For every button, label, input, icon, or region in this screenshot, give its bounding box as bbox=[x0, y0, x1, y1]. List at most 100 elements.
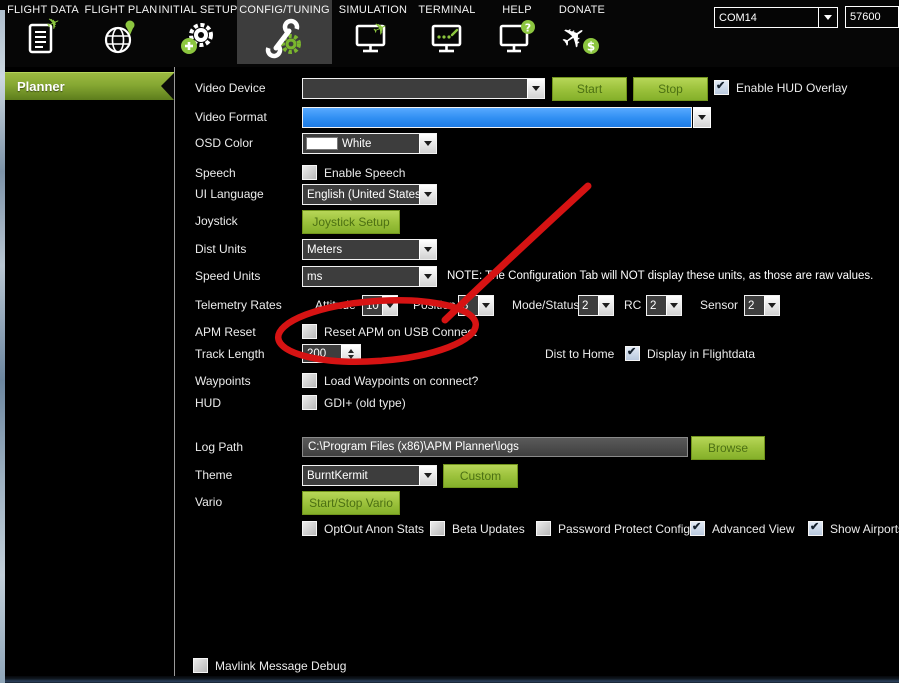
tab-flight-data[interactable]: FLIGHT DATA ✈ bbox=[4, 0, 82, 64]
svg-text:?: ? bbox=[525, 22, 531, 35]
osd-color-select[interactable]: White bbox=[302, 133, 437, 154]
com-port-select[interactable]: COM14 bbox=[714, 7, 838, 28]
flight-data-icon: ✈ bbox=[21, 17, 65, 59]
log-path-field[interactable]: C:\Program Files (x86)\APM Planner\logs bbox=[302, 437, 688, 457]
osd-color-label: OSD Color bbox=[195, 136, 253, 150]
attitude-label: Attitude bbox=[315, 298, 356, 312]
units-note: NOTE: The Configuration Tab will NOT dis… bbox=[447, 270, 873, 282]
rc-label: RC bbox=[624, 298, 641, 312]
config-tuning-icon bbox=[263, 17, 307, 59]
vario-label: Vario bbox=[195, 495, 222, 509]
telemetry-rates-label: Telemetry Rates bbox=[195, 298, 282, 312]
main-toolbar: FLIGHT DATA ✈ FLIGHT PLAN INITI bbox=[0, 0, 899, 67]
video-format-select[interactable] bbox=[302, 107, 692, 128]
dropdown-arrow-icon[interactable] bbox=[382, 296, 397, 315]
log-path-label: Log Path bbox=[195, 440, 243, 454]
dropdown-arrow-icon[interactable] bbox=[666, 296, 681, 315]
track-length-label: Track Length bbox=[195, 347, 265, 361]
video-format-label: Video Format bbox=[195, 110, 267, 124]
hud-label: HUD bbox=[195, 396, 221, 410]
gdi-old-type-checkbox[interactable]: GDI+ (old type) bbox=[302, 395, 406, 410]
svg-text:$: $ bbox=[587, 40, 595, 54]
mode-status-rate-select[interactable]: 2 bbox=[578, 295, 614, 316]
video-device-select[interactable] bbox=[302, 78, 545, 99]
apm-reset-label: APM Reset bbox=[195, 325, 256, 339]
position-rate-select[interactable]: 3 bbox=[458, 295, 494, 316]
dropdown-arrow-icon[interactable] bbox=[478, 296, 493, 315]
dist-to-home-label: Dist to Home bbox=[545, 347, 614, 361]
theme-select[interactable]: BurntKermit bbox=[302, 465, 437, 486]
custom-theme-button[interactable]: Custom bbox=[443, 464, 518, 488]
dropdown-arrow-icon[interactable] bbox=[527, 79, 544, 98]
waypoints-label: Waypoints bbox=[195, 374, 251, 388]
tab-simulation[interactable]: SIMULATION ✈ bbox=[337, 0, 409, 64]
dropdown-arrow-icon[interactable] bbox=[419, 240, 436, 259]
dropdown-arrow-icon[interactable] bbox=[419, 134, 436, 153]
dropdown-arrow-icon[interactable] bbox=[764, 296, 779, 315]
position-label: Position bbox=[413, 298, 456, 312]
track-length-stepper[interactable]: 200 bbox=[302, 344, 361, 363]
speech-label: Speech bbox=[195, 166, 236, 180]
load-waypoints-checkbox[interactable]: Load Waypoints on connect? bbox=[302, 373, 478, 388]
mode-status-label: Mode/Status bbox=[512, 298, 579, 312]
apm-planner-window: FLIGHT DATA ✈ FLIGHT PLAN INITI bbox=[0, 0, 899, 683]
speed-units-select[interactable]: ms bbox=[302, 266, 437, 287]
com-port-dropdown-arrow[interactable] bbox=[818, 8, 837, 27]
display-in-flightdata-checkbox[interactable]: Display in Flightdata bbox=[625, 346, 755, 361]
ui-language-label: UI Language bbox=[195, 187, 264, 201]
flight-plan-icon bbox=[99, 17, 143, 59]
sidebar: Planner bbox=[5, 67, 174, 676]
theme-label: Theme bbox=[195, 468, 232, 482]
advanced-view-checkbox[interactable]: Advanced View bbox=[690, 521, 795, 536]
sidebar-item-planner[interactable]: Planner bbox=[5, 72, 174, 100]
tab-terminal[interactable]: TERMINAL bbox=[414, 0, 480, 64]
ui-language-select[interactable]: English (United States) bbox=[302, 184, 437, 205]
optout-anon-stats-checkbox[interactable]: OptOut Anon Stats bbox=[302, 521, 424, 536]
baud-rate-input[interactable]: 57600 bbox=[845, 6, 899, 28]
video-format-dropdown-arrow[interactable] bbox=[693, 107, 711, 128]
simulation-icon: ✈ bbox=[351, 17, 395, 59]
dist-units-select[interactable]: Meters bbox=[302, 239, 437, 260]
tab-config-tuning[interactable]: CONFIG/TUNING bbox=[237, 0, 332, 64]
initial-setup-icon bbox=[176, 17, 220, 59]
dropdown-arrow-icon[interactable] bbox=[419, 466, 436, 485]
attitude-rate-select[interactable]: 10 bbox=[362, 295, 398, 316]
com-port-value: COM14 bbox=[715, 12, 818, 24]
svg-text:✈: ✈ bbox=[370, 17, 391, 41]
sensor-label: Sensor bbox=[700, 298, 738, 312]
tab-help[interactable]: HELP ? bbox=[487, 0, 547, 64]
tab-donate[interactable]: DONATE ✈ $ bbox=[548, 0, 616, 64]
terminal-icon bbox=[425, 17, 469, 59]
dropdown-arrow-icon[interactable] bbox=[419, 267, 436, 286]
svg-text:✈: ✈ bbox=[43, 17, 63, 35]
joystick-label: Joystick bbox=[195, 214, 238, 228]
planner-settings-panel: Video Device Start Stop Enable HUD Overl… bbox=[176, 67, 899, 676]
stop-button[interactable]: Stop bbox=[633, 77, 708, 101]
tab-flight-plan[interactable]: FLIGHT PLAN bbox=[84, 0, 158, 64]
video-device-label: Video Device bbox=[195, 81, 266, 95]
joystick-setup-button[interactable]: Joystick Setup bbox=[302, 210, 400, 234]
stepper-arrows-icon[interactable] bbox=[341, 345, 360, 362]
dropdown-arrow-icon[interactable] bbox=[419, 185, 436, 204]
browse-button[interactable]: Browse bbox=[691, 436, 765, 460]
desktop-edge-left bbox=[0, 10, 5, 683]
start-stop-vario-button[interactable]: Start/Stop Vario bbox=[302, 491, 400, 515]
dist-units-label: Dist Units bbox=[195, 242, 246, 256]
show-airports-checkbox[interactable]: Show Airports bbox=[808, 521, 899, 536]
speed-units-label: Speed Units bbox=[195, 269, 260, 283]
donate-icon: ✈ $ bbox=[560, 17, 604, 59]
start-button[interactable]: Start bbox=[552, 77, 627, 101]
reset-apm-usb-checkbox[interactable]: Reset APM on USB Connect bbox=[302, 324, 477, 339]
password-protect-config-checkbox[interactable]: Password Protect Config bbox=[536, 521, 690, 536]
enable-speech-checkbox[interactable]: Enable Speech bbox=[302, 165, 405, 180]
dropdown-arrow-icon[interactable] bbox=[598, 296, 613, 315]
tab-initial-setup[interactable]: INITIAL SETUP bbox=[160, 0, 236, 64]
mavlink-message-debug-checkbox[interactable]: Mavlink Message Debug bbox=[193, 658, 346, 673]
beta-updates-checkbox[interactable]: Beta Updates bbox=[430, 521, 525, 536]
window-bottom-edge bbox=[0, 676, 899, 683]
rc-rate-select[interactable]: 2 bbox=[646, 295, 682, 316]
help-icon: ? bbox=[495, 17, 539, 59]
sensor-rate-select[interactable]: 2 bbox=[744, 295, 780, 316]
sidebar-divider bbox=[174, 67, 175, 676]
enable-hud-overlay-checkbox[interactable]: Enable HUD Overlay bbox=[714, 80, 847, 95]
